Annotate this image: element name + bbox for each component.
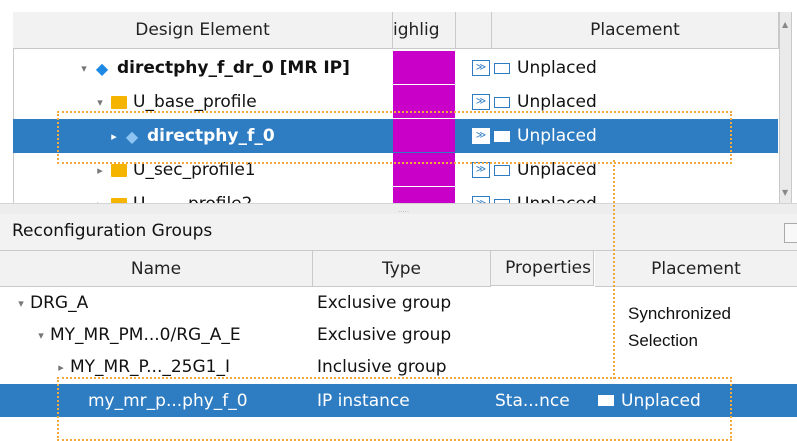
expand-arrow-icon[interactable]: ▾ — [75, 62, 93, 75]
group-name: MY_MR_P..._25G1_I — [70, 357, 230, 377]
callout-box-bottom — [57, 377, 732, 441]
scroll-down-arrow-icon[interactable]: ▼ — [782, 188, 788, 197]
tree-node: ▾ MY_MR_PM...0/RG_A_E — [32, 319, 310, 351]
col-header-placement-label: Placement — [590, 20, 680, 40]
row-label: U_____profile2 — [133, 194, 252, 203]
collapse-arrow-icon[interactable]: ▸ — [91, 164, 109, 177]
tree-node: ▾ ◆ directphy_f_dr_0 [MR IP] — [75, 51, 350, 85]
placement-text: Unplaced — [517, 58, 597, 78]
locate-icon[interactable]: ≫ — [472, 60, 490, 76]
row-label: directphy_f_dr_0 [MR IP] — [117, 58, 350, 78]
annotation-line-2: Selection — [628, 331, 698, 350]
col-header-highlight[interactable]: ighlig — [393, 12, 456, 49]
col-header-placement-bottom-label: Placement — [651, 258, 741, 279]
locate-icon[interactable]: ≫ — [472, 162, 490, 178]
col-header-type[interactable]: Type — [313, 251, 491, 287]
col-header-properties[interactable]: Properties — [491, 251, 594, 286]
expand-arrow-icon[interactable]: ▾ — [32, 329, 50, 342]
folder-icon — [111, 95, 127, 109]
col-header-highlight-label: ighlig — [393, 20, 440, 40]
scroll-up-arrow-icon[interactable]: ▲ — [782, 20, 788, 29]
highlight-swatch — [393, 187, 455, 203]
panel-menu-button[interactable] — [784, 223, 797, 243]
callout-box-top — [57, 111, 732, 164]
splitter-grip-icon: ..... — [398, 206, 410, 214]
tree-node: ▾ DRG_A — [12, 287, 88, 319]
collapse-arrow-icon[interactable]: ▸ — [52, 361, 70, 374]
unplaced-rect-icon — [494, 96, 510, 108]
locate-icon[interactable]: ≫ — [472, 196, 490, 203]
locate-icon[interactable]: ≫ — [472, 94, 490, 110]
col-header-type-label: Type — [381, 258, 422, 279]
annotation-line-1: Synchronized — [628, 304, 732, 323]
highlight-swatch — [393, 51, 455, 84]
annotation-label: Synchronized Selection — [628, 300, 731, 354]
group-name: DRG_A — [30, 293, 89, 313]
col-header-properties-label: Properties — [505, 258, 591, 278]
group-type: Exclusive group — [317, 293, 452, 313]
folder-icon — [111, 163, 127, 177]
col-header-design-element[interactable]: Design Element — [13, 12, 393, 49]
placement-cell: ≫ Unplaced — [456, 51, 597, 85]
tree-node: ▸ U_____profile2 — [91, 187, 252, 203]
row-label: U_base_profile — [133, 92, 257, 112]
col-header-name[interactable]: Name — [0, 251, 313, 287]
col-header-placement-bottom[interactable]: Placement — [595, 251, 797, 287]
placement-text: Unplaced — [517, 92, 597, 112]
expand-arrow-icon[interactable]: ▾ — [12, 297, 30, 310]
col-header-empty[interactable] — [456, 12, 492, 49]
panel-title: Reconfiguration Groups — [12, 221, 213, 241]
col-header-name-label: Name — [130, 258, 182, 279]
col-header-placement[interactable]: Placement — [492, 12, 779, 49]
unplaced-rect-icon — [494, 164, 510, 176]
placement-cell: ≫ Unplaced — [456, 187, 597, 203]
top-scrollbar[interactable]: ▲ ▼ — [779, 12, 791, 204]
group-name: MY_MR_PM...0/RG_A_E — [50, 325, 241, 345]
reconfiguration-groups-title-bar: Reconfiguration Groups — [0, 214, 797, 251]
unplaced-rect-icon — [494, 62, 510, 74]
col-header-design-element-label: Design Element — [135, 20, 270, 40]
group-type: Exclusive group — [317, 325, 452, 345]
expand-arrow-icon[interactable]: ▾ — [91, 96, 109, 109]
ip-cube-icon: ◆ — [95, 58, 109, 78]
placement-text: Unplaced — [517, 194, 597, 203]
callout-connector — [613, 160, 615, 379]
